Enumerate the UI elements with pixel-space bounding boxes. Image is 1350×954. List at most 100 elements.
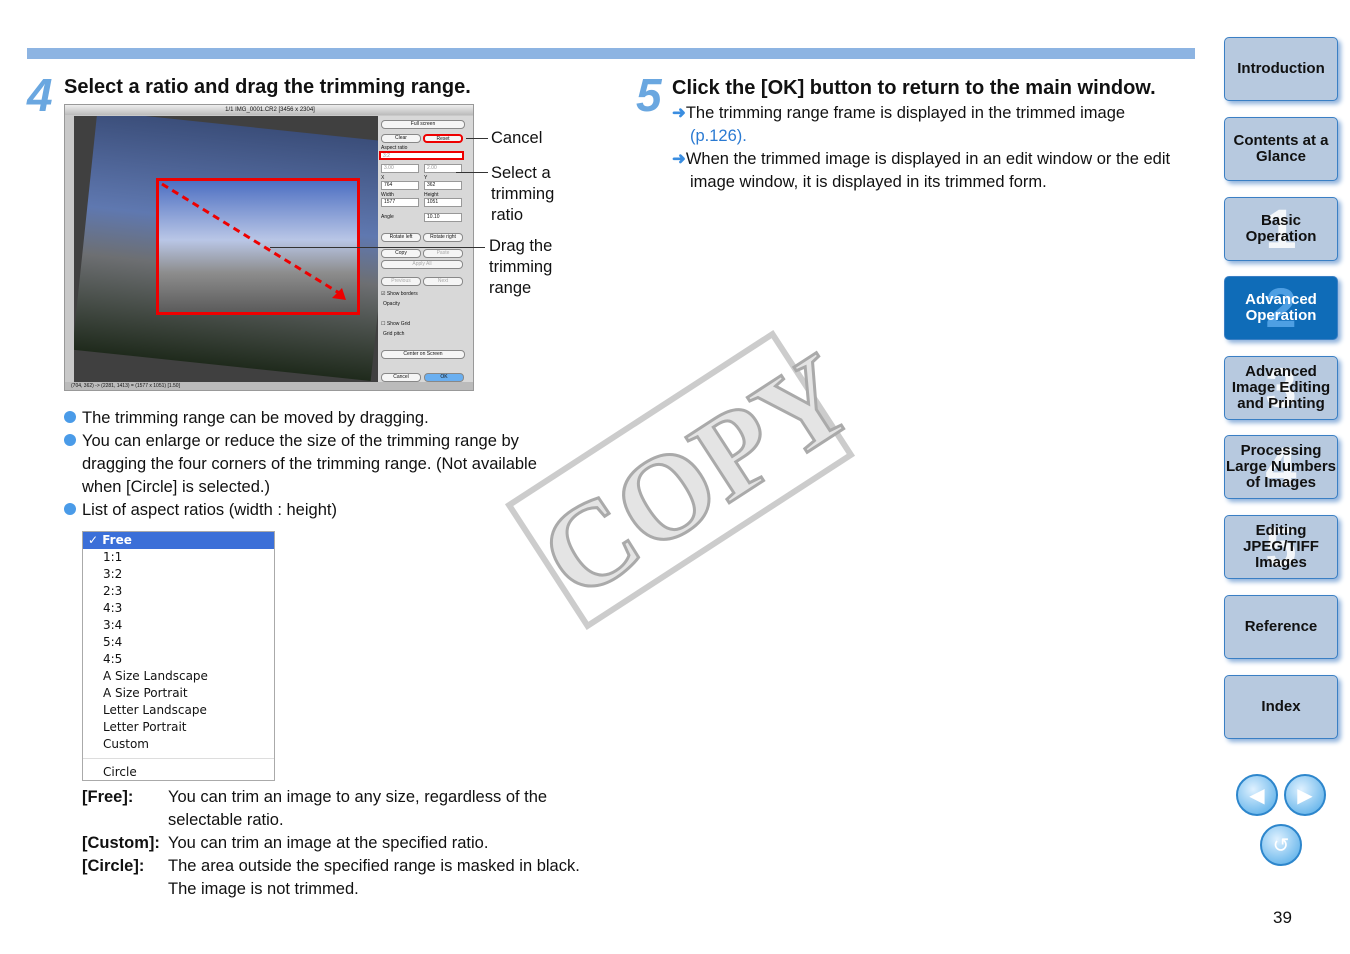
x-field[interactable]: 764 (381, 181, 419, 190)
sidebar-tab-label: Advanced Operation (1245, 291, 1317, 324)
menu-item[interactable]: 5:4 (83, 634, 274, 651)
height-field[interactable]: 1051 (424, 198, 462, 207)
menu-item[interactable]: 2:3 (83, 583, 274, 600)
aspect-ratio-menu: ✓ Free 1:1 3:2 2:3 4:3 3:4 5:4 4:5 A Siz… (82, 531, 275, 781)
definition-term: [Free]: (82, 788, 134, 806)
arrow-right-icon: ➜ (672, 104, 686, 122)
page-link[interactable]: (p.126). (690, 127, 747, 145)
sidebar-tab-contents-at-a-glance[interactable]: Contents at a Glance (1224, 117, 1338, 181)
page-number: 39 (1273, 908, 1292, 927)
return-icon[interactable]: ↺ (1260, 824, 1302, 866)
callout-cancel: Cancel (491, 129, 543, 147)
width-field[interactable]: 1577 (381, 198, 419, 207)
note-item: ➜The trimming range frame is displayed i… (672, 102, 1192, 148)
clear-button[interactable]: Clear (381, 134, 421, 143)
definition-desc: You can trim an image to any size, regar… (168, 788, 548, 829)
show-borders-checkbox[interactable]: ☑ Show borders (381, 291, 418, 297)
menu-item[interactable]: Custom (83, 736, 274, 753)
sidebar-tab-editing-jpeg-tiff-images[interactable]: 5 Editing JPEG/TIFF Images (1224, 515, 1338, 579)
sidebar-tab-label: Basic Operation (1245, 212, 1317, 245)
drag-arrow-icon (161, 182, 346, 300)
sidebar-tab-processing-large-numbers-of-images[interactable]: 4 Processing Large Numbers of Images (1224, 435, 1338, 499)
sidebar-tab-basic-operation[interactable]: 1 Basic Operation (1224, 197, 1338, 261)
note-item: ➜When the trimmed image is displayed in … (672, 148, 1192, 194)
callout-drag: Drag the trimming range (489, 237, 553, 297)
definition-row: [Free]: You can trim an image to any size… (82, 786, 582, 832)
full-screen-button[interactable]: Full screen (381, 120, 465, 129)
next-page-icon[interactable]: ▶ (1284, 774, 1326, 816)
menu-item[interactable]: 3:2 (83, 566, 274, 583)
definition-desc: The area outside the specified range is … (168, 857, 580, 898)
step-number: 5 (636, 69, 662, 121)
angle-field[interactable]: 10.10 (424, 213, 462, 222)
menu-item[interactable]: 1:1 (83, 549, 274, 566)
cancel-button[interactable]: Cancel (381, 373, 421, 382)
show-borders-label: Show borders (386, 291, 418, 297)
bullet-list: The trimming range can be moved by dragg… (64, 407, 574, 522)
menu-item[interactable]: 4:5 (83, 651, 274, 668)
step5-notes: ➜The trimming range frame is displayed i… (672, 102, 1192, 194)
sidebar-tab-reference[interactable]: Reference (1224, 595, 1338, 659)
grid-pitch-label: Grid pitch (383, 331, 405, 337)
callout-line (270, 247, 485, 248)
ratio-width[interactable]: 3.00 (381, 164, 419, 173)
callout-line (456, 172, 488, 173)
menu-item[interactable]: Letter Landscape (83, 702, 274, 719)
sidebar-tab-label: Editing JPEG/TIFF Images (1243, 522, 1319, 571)
sidebar-tab-label: Reference (1244, 618, 1318, 635)
next-button[interactable]: Next (423, 277, 463, 286)
bullet-item: You can enlarge or reduce the size of th… (64, 430, 574, 499)
copy-watermark: COPY (504, 326, 877, 631)
menu-item[interactable]: 4:3 (83, 600, 274, 617)
copy-button[interactable]: Copy (381, 249, 421, 258)
sidebar-tab-label: Introduction (1237, 60, 1325, 77)
note-text: The trimming range frame is displayed in… (685, 104, 1126, 122)
angle-label: Angle (381, 214, 394, 220)
show-grid-label: Show Grid (386, 321, 411, 327)
arrow-right-icon: ➜ (672, 150, 686, 168)
bullet-text: You can enlarge or reduce the size of th… (82, 432, 537, 496)
definition-row: [Circle]: The area outside the specified … (82, 855, 582, 901)
sidebar-tab-label: Index (1261, 698, 1301, 715)
bullet-text: The trimming range can be moved by dragg… (82, 409, 429, 427)
sidebar-tab-index[interactable]: Index (1224, 675, 1338, 739)
rotate-left-button[interactable]: Rotate left (381, 233, 421, 242)
bullet-item: List of aspect ratios (width : height) (64, 499, 574, 522)
step-title: Click the [OK] button to return to the m… (672, 77, 1156, 99)
center-on-screen-button[interactable]: Center on Screen (381, 350, 465, 359)
menu-item-free[interactable]: ✓ Free (83, 532, 274, 549)
reset-button[interactable]: Reset (423, 134, 463, 143)
previous-button[interactable]: Previous (381, 277, 421, 286)
sidebar-tab-label: Processing Large Numbers of Images (1225, 442, 1337, 491)
show-grid-checkbox[interactable]: ☐ Show Grid (381, 321, 410, 327)
paste-button[interactable]: Paste (423, 249, 463, 258)
menu-item[interactable]: Letter Portrait (83, 719, 274, 736)
menu-item[interactable]: A Size Portrait (83, 685, 274, 702)
menu-item-circle[interactable]: Circle (83, 764, 274, 781)
menu-item[interactable]: 3:4 (83, 617, 274, 634)
bullet-icon (64, 411, 76, 423)
sidebar-tab-advanced-image-editing-and-printing[interactable]: 3 Advanced Image Editing and Printing (1224, 356, 1338, 420)
menu-separator (83, 758, 274, 759)
apply-all-button[interactable]: Apply All (381, 260, 463, 269)
y-field[interactable]: 362 (424, 181, 462, 190)
status-bar: (704, 362) -> (2281, 1413) = (1577 x 105… (65, 382, 473, 390)
definition-term: [Circle]: (82, 857, 145, 875)
definition-desc: You can trim an image at the specified r… (168, 834, 489, 852)
definition-row: [Custom]: You can trim an image at the sp… (82, 832, 582, 855)
sidebar-tab-introduction[interactable]: Introduction (1224, 37, 1338, 101)
note-text: When the trimmed image is displayed in a… (685, 150, 1171, 191)
sidebar-tab-advanced-operation[interactable]: 2 Advanced Operation (1224, 276, 1338, 340)
ok-button[interactable]: OK (424, 373, 464, 382)
window-title: 1/1 IMG_0001.CR2 [3456 x 2304] (65, 105, 473, 115)
rotate-right-button[interactable]: Rotate right (423, 233, 463, 242)
sidebar-tab-label: Contents at a Glance (1233, 132, 1329, 165)
sidebar-tab-label: Advanced Image Editing and Printing (1231, 363, 1331, 412)
bullet-icon (64, 434, 76, 446)
prev-page-icon[interactable]: ◀ (1236, 774, 1278, 816)
step-number: 4 (27, 69, 53, 121)
definition-term: [Custom]: (82, 834, 160, 852)
aspect-ratio-select[interactable]: 3:2 (379, 151, 464, 160)
opacity-label: Opacity (383, 301, 400, 307)
menu-item[interactable]: A Size Landscape (83, 668, 274, 685)
